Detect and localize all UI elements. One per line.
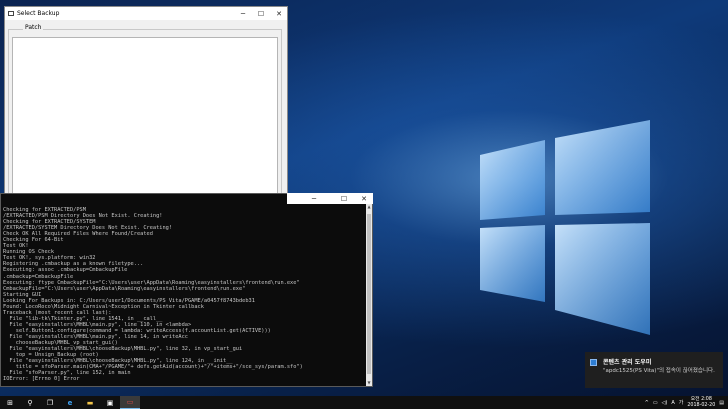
- start-button[interactable]: ⊞: [0, 396, 20, 409]
- search-icon[interactable]: ⚲: [20, 396, 40, 409]
- edge-icon[interactable]: e: [60, 396, 80, 409]
- console-close-button[interactable]: ✕: [355, 193, 373, 204]
- console-maximize-button[interactable]: ☐: [335, 193, 353, 204]
- select-backup-titlebar[interactable]: Select Backup ─ ☐ ✕: [5, 7, 287, 20]
- toast-body: "apdc1525(PS Vita)"의 접속이 끊어졌습니다.: [603, 368, 715, 374]
- app-icon: [8, 11, 14, 16]
- language-indicator[interactable]: 가: [679, 399, 684, 406]
- action-center-icon[interactable]: ▤: [719, 400, 724, 406]
- notification-toast[interactable]: 콘텐츠 관리 도우미 "apdc1525(PS Vita)"의 접속이 끊어졌습…: [585, 352, 723, 388]
- taskbar: ⊞ ⚲ ❐ e ▬ ▣ ▭ ^ ▭ ◁) A 가 오전 2:08 2018-02…: [0, 396, 728, 409]
- windows-logo-wallpaper: [480, 120, 650, 335]
- ime-mode[interactable]: A: [671, 400, 674, 406]
- scroll-up-icon[interactable]: ▲: [366, 204, 372, 210]
- console-output: Checking for EXTRACTED/PSM/EXTRACTED/PSM…: [3, 207, 365, 382]
- maximize-button[interactable]: ☐: [252, 7, 270, 20]
- tray-chevron-icon[interactable]: ^: [645, 400, 649, 406]
- clock-time: 오전 2:08: [690, 397, 712, 402]
- patch-groupbox: Patch: [8, 24, 282, 201]
- content-manager-icon: [590, 359, 597, 366]
- file-explorer-icon[interactable]: ▬: [80, 396, 100, 409]
- toast-title: 콘텐츠 관리 도우미: [603, 359, 652, 366]
- volume-icon[interactable]: ◁): [662, 400, 668, 406]
- close-button[interactable]: ✕: [270, 7, 288, 20]
- running-app-icon[interactable]: ▭: [120, 396, 140, 409]
- console-titlebar[interactable]: ─ ☐ ✕: [287, 193, 373, 204]
- patch-group-label: Patch: [23, 24, 44, 31]
- console-scrollbar[interactable]: ▲ ▼: [366, 204, 372, 386]
- window-title: Select Backup: [17, 10, 60, 17]
- task-view-icon[interactable]: ❐: [40, 396, 60, 409]
- clock-date: 2018-02-20: [687, 402, 716, 408]
- clock[interactable]: 오전 2:08 2018-02-20: [687, 397, 715, 408]
- console-minimize-button[interactable]: ─: [305, 193, 323, 204]
- minimize-button[interactable]: ─: [234, 7, 252, 20]
- select-backup-window: Select Backup ─ ☐ ✕ Patch: [4, 6, 288, 206]
- console-line: IOError: [Errno 0] Error: [3, 376, 80, 383]
- scroll-thumb[interactable]: [367, 214, 371, 374]
- system-tray: ^ ▭ ◁) A 가 오전 2:08 2018-02-20 ▤: [645, 396, 724, 409]
- backup-listbox[interactable]: [12, 37, 278, 197]
- store-icon[interactable]: ▣: [100, 396, 120, 409]
- scroll-down-icon[interactable]: ▼: [366, 380, 372, 386]
- network-icon[interactable]: ▭: [653, 400, 658, 406]
